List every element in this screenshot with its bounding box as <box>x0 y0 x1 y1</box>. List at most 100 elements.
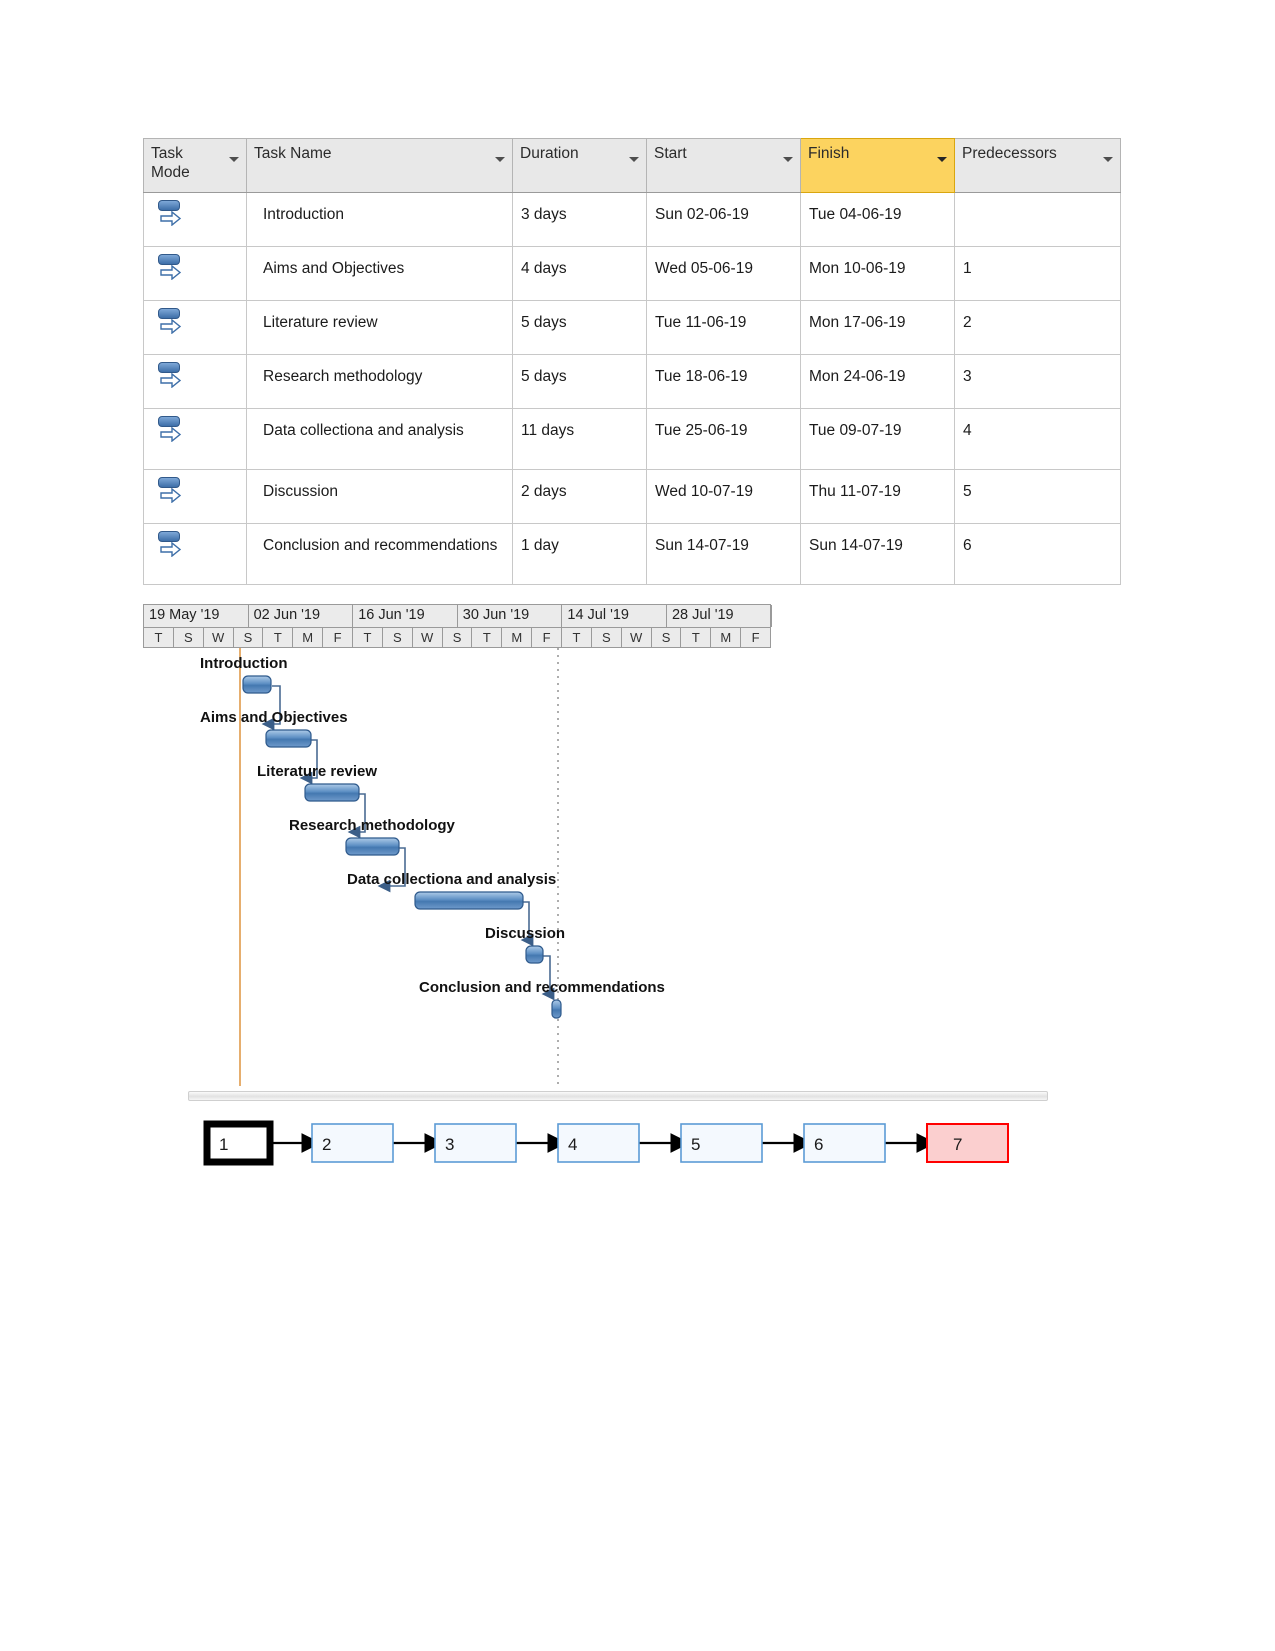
filter-dropdown-icon[interactable] <box>783 157 793 162</box>
cell-duration[interactable]: 5 days <box>512 354 647 409</box>
gantt-bar[interactable] <box>304 783 360 802</box>
filter-dropdown-icon[interactable] <box>229 157 239 162</box>
timescale-day-label: F <box>532 628 563 647</box>
cell-task-mode[interactable] <box>143 246 247 301</box>
cell-task-mode[interactable] <box>143 469 247 524</box>
cell-task-name[interactable]: Discussion <box>246 469 513 524</box>
cell-predecessors[interactable]: 3 <box>954 354 1121 409</box>
table-row[interactable]: Literature review 5 days Tue 11-06-19 Mo… <box>143 300 1121 355</box>
filter-dropdown-icon[interactable] <box>937 157 947 162</box>
cell-start[interactable]: Tue 25-06-19 <box>646 408 801 470</box>
timescale-week-label: 28 Jul '19 <box>667 605 772 627</box>
manually-scheduled-icon[interactable] <box>158 477 184 511</box>
cell-task-name[interactable]: Introduction <box>246 192 513 247</box>
gantt-bar[interactable] <box>265 729 312 748</box>
cell-finish[interactable]: Thu 11-07-19 <box>800 469 955 524</box>
manually-scheduled-icon[interactable] <box>158 200 184 234</box>
gantt-bar-label: Data collectiona and analysis <box>347 871 556 888</box>
gantt-bar[interactable] <box>551 999 562 1019</box>
cell-predecessors[interactable]: 5 <box>954 469 1121 524</box>
cell-start[interactable]: Wed 10-07-19 <box>646 469 801 524</box>
manually-scheduled-icon[interactable] <box>158 531 184 565</box>
cell-predecessors[interactable]: 2 <box>954 300 1121 355</box>
column-header-predecessors[interactable]: Predecessors <box>954 138 1121 193</box>
manually-scheduled-icon[interactable] <box>158 308 184 342</box>
timescale-day-label: T <box>681 628 712 647</box>
cell-finish[interactable]: Mon 24-06-19 <box>800 354 955 409</box>
cell-finish[interactable]: Tue 04-06-19 <box>800 192 955 247</box>
network-node-label: 4 <box>568 1135 577 1154</box>
task-name-text: Introduction <box>263 206 344 223</box>
column-header-finish[interactable]: Finish <box>800 138 955 193</box>
cell-predecessors[interactable] <box>954 192 1121 247</box>
cell-task-mode[interactable] <box>143 354 247 409</box>
cell-task-mode[interactable] <box>143 300 247 355</box>
cell-task-name[interactable]: Data collectiona and analysis <box>246 408 513 470</box>
column-header-label: Finish <box>808 145 850 162</box>
cell-predecessors[interactable]: 4 <box>954 408 1121 470</box>
table-row[interactable]: Aims and Objectives 4 days Wed 05-06-19 … <box>143 246 1121 301</box>
gantt-bar-label: Aims and Objectives <box>200 709 348 726</box>
timescale-day-label: W <box>622 628 652 647</box>
table-row[interactable]: Discussion 2 days Wed 10-07-19 Thu 11-07… <box>143 469 1121 524</box>
network-node-1[interactable] <box>203 1120 274 1166</box>
cell-task-name[interactable]: Literature review <box>246 300 513 355</box>
filter-dropdown-icon[interactable] <box>629 157 639 162</box>
cell-duration[interactable]: 1 day <box>512 523 647 585</box>
timescale-day-label: T <box>144 628 174 647</box>
timescale-week-label: 19 May '19 <box>144 605 249 627</box>
table-row[interactable]: Conclusion and recommendations 1 day Sun… <box>143 523 1121 585</box>
gantt-bar[interactable] <box>525 945 544 964</box>
cell-start[interactable]: Tue 11-06-19 <box>646 300 801 355</box>
column-header-duration[interactable]: Duration <box>512 138 647 193</box>
finish-date-text: Mon 24-06-19 <box>809 368 906 385</box>
timescale-week-label: 16 Jun '19 <box>353 605 458 627</box>
gantt-bar[interactable] <box>414 891 524 910</box>
timescale-week-label: 30 Jun '19 <box>458 605 563 627</box>
cell-task-mode[interactable] <box>143 192 247 247</box>
cell-task-name[interactable]: Aims and Objectives <box>246 246 513 301</box>
network-node-label: 5 <box>691 1135 700 1154</box>
column-header-task-name[interactable]: Task Name <box>246 138 513 193</box>
table-row[interactable]: Introduction 3 days Sun 02-06-19 Tue 04-… <box>143 192 1121 247</box>
cell-task-mode[interactable] <box>143 408 247 470</box>
cell-duration[interactable]: 2 days <box>512 469 647 524</box>
cell-start[interactable]: Sun 14-07-19 <box>646 523 801 585</box>
gantt-bar[interactable] <box>242 675 272 694</box>
cell-finish[interactable]: Tue 09-07-19 <box>800 408 955 470</box>
manually-scheduled-icon[interactable] <box>158 416 184 450</box>
cell-predecessors[interactable]: 1 <box>954 246 1121 301</box>
table-row[interactable]: Data collectiona and analysis 11 days Tu… <box>143 408 1121 470</box>
table-row[interactable]: Research methodology 5 days Tue 18-06-19… <box>143 354 1121 409</box>
cell-finish[interactable]: Sun 14-07-19 <box>800 523 955 585</box>
start-date-text: Tue 18-06-19 <box>655 368 748 385</box>
cell-duration[interactable]: 5 days <box>512 300 647 355</box>
filter-dropdown-icon[interactable] <box>495 157 505 162</box>
cell-start[interactable]: Sun 02-06-19 <box>646 192 801 247</box>
cell-finish[interactable]: Mon 10-06-19 <box>800 246 955 301</box>
cell-predecessors[interactable]: 6 <box>954 523 1121 585</box>
cell-duration[interactable]: 4 days <box>512 246 647 301</box>
cell-finish[interactable]: Mon 17-06-19 <box>800 300 955 355</box>
timescale-day-label: F <box>751 630 760 645</box>
cell-start[interactable]: Wed 05-06-19 <box>646 246 801 301</box>
manually-scheduled-icon[interactable] <box>158 362 184 396</box>
network-node-7[interactable] <box>926 1123 1009 1163</box>
task-name-text: Research methodology <box>263 368 423 385</box>
cell-task-name[interactable]: Research methodology <box>246 354 513 409</box>
column-header-start[interactable]: Start <box>646 138 801 193</box>
pane-divider[interactable] <box>188 1091 1048 1101</box>
finish-date-text: Tue 09-07-19 <box>809 422 902 439</box>
cell-start[interactable]: Tue 18-06-19 <box>646 354 801 409</box>
gantt-bar[interactable] <box>345 837 400 856</box>
duration-text: 5 days <box>521 314 567 331</box>
column-header-task-mode[interactable]: Task Mode <box>143 138 247 193</box>
cell-duration[interactable]: 3 days <box>512 192 647 247</box>
cell-task-name[interactable]: Conclusion and recommendations <box>246 523 513 585</box>
cell-duration[interactable]: 11 days <box>512 408 647 470</box>
duration-text: 3 days <box>521 206 567 223</box>
filter-dropdown-icon[interactable] <box>1103 157 1113 162</box>
cell-task-mode[interactable] <box>143 523 247 585</box>
gantt-bar-label: Introduction <box>200 655 287 672</box>
manually-scheduled-icon[interactable] <box>158 254 184 288</box>
